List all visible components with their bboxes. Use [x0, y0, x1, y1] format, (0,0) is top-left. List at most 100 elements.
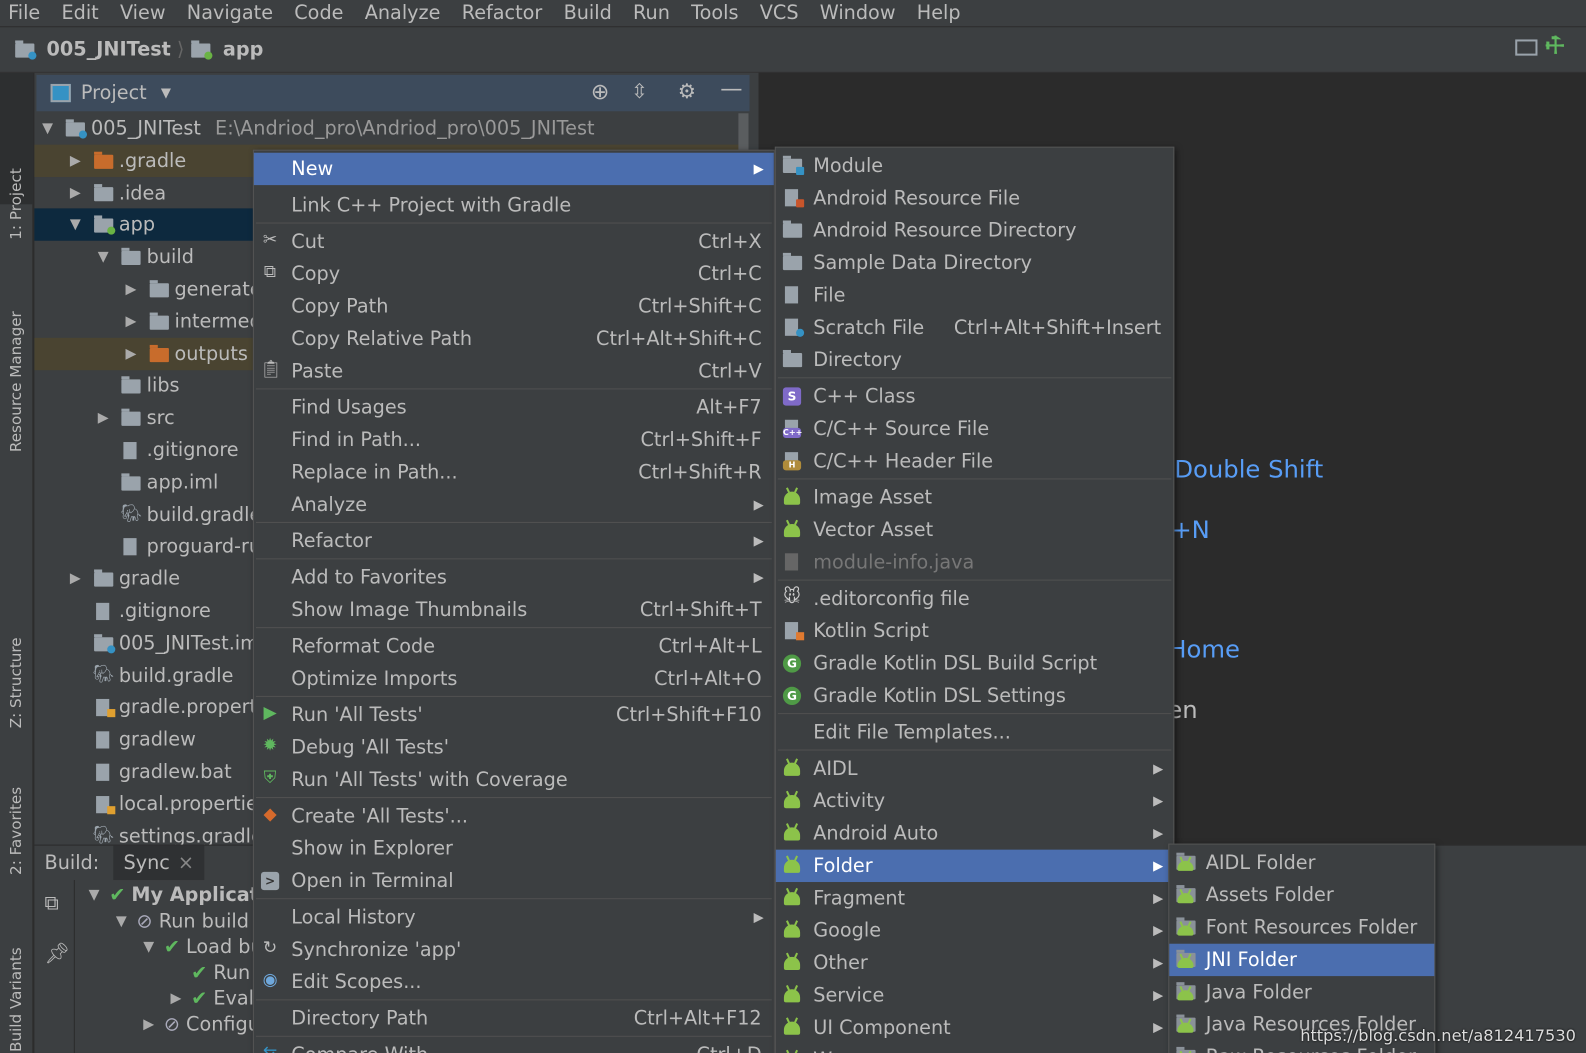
- menu-item-wear[interactable]: Wear▶: [776, 1044, 1174, 1053]
- expanded-arrow-icon[interactable]: ▼: [38, 120, 56, 136]
- menu-item-vector-asset[interactable]: Vector Asset: [776, 514, 1174, 546]
- menu-item-service[interactable]: Service ▶: [776, 979, 1174, 1011]
- menu-window[interactable]: Window: [820, 2, 896, 24]
- menu-item-editorconfig-file[interactable]: 🐭︎ .editorconfig file: [776, 583, 1174, 615]
- tree-arrow-icon[interactable]: ▶: [140, 1016, 158, 1032]
- collapsed-arrow-icon[interactable]: ▶: [122, 346, 140, 362]
- tree-arrow-icon[interactable]: ▼: [85, 887, 103, 903]
- menu-item-android-auto[interactable]: Android Auto ▶: [776, 817, 1174, 849]
- menu-item-jni-folder[interactable]: JNI Folder: [1169, 943, 1435, 977]
- menu-item-java-folder[interactable]: Java Folder: [1169, 976, 1434, 1008]
- tree-scrollbar[interactable]: [738, 113, 749, 154]
- locate-icon[interactable]: ⊕: [591, 80, 610, 105]
- menu-item-replace-in-path[interactable]: Replace in Path... Ctrl+Shift+R: [254, 456, 774, 488]
- menu-item-aidl-folder[interactable]: AIDL Folder: [1169, 847, 1434, 879]
- menu-item-analyze[interactable]: Analyze ▶: [254, 489, 774, 521]
- menu-item-reformat-code[interactable]: Reformat Code Ctrl+Alt+L: [254, 630, 774, 662]
- tool-window-resource-manager[interactable]: Resource Manager: [7, 311, 25, 452]
- menu-item-run-all-tests[interactable]: ▶ Run 'All Tests' Ctrl+Shift+F10: [254, 699, 774, 731]
- menu-item-find-usages[interactable]: Find Usages Alt+F7: [254, 391, 774, 423]
- tool-window-build-variants[interactable]: Build Variants: [7, 947, 25, 1052]
- menu-item-font-resources-folder[interactable]: Font Resources Folder: [1169, 911, 1434, 943]
- menu-item-compare-with[interactable]: ⇆ Compare With... Ctrl+D: [254, 1039, 774, 1053]
- collapsed-arrow-icon[interactable]: ▶: [66, 571, 84, 587]
- toggle-view-icon[interactable]: ⧉: [45, 890, 59, 914]
- menu-run[interactable]: Run: [633, 2, 670, 24]
- minimize-icon[interactable]: —: [720, 77, 742, 102]
- menu-item-create-all-tests[interactable]: ◆ Create 'All Tests'...: [254, 800, 774, 832]
- menu-item-open-in-terminal[interactable]: > Open in Terminal: [254, 865, 774, 897]
- close-icon[interactable]: ×: [178, 852, 194, 874]
- menu-item-copy[interactable]: ⧉ Copy Ctrl+C: [254, 258, 774, 290]
- gear-icon[interactable]: ⚙: [678, 79, 696, 103]
- menu-item-directory-path[interactable]: Directory Path Ctrl+Alt+F12: [254, 1002, 774, 1034]
- chevron-down-icon[interactable]: ▼: [161, 85, 171, 100]
- menu-item-local-history[interactable]: Local History ▶: [254, 901, 774, 933]
- pin-icon[interactable]: 📌︎: [45, 941, 71, 965]
- tool-window-favorites[interactable]: 2: Favorites: [7, 787, 25, 875]
- collapsed-arrow-icon[interactable]: ▶: [66, 153, 84, 169]
- tree-arrow-icon[interactable]: ▼: [140, 939, 158, 955]
- menu-item-directory[interactable]: Directory: [776, 344, 1174, 376]
- menu-vcs[interactable]: VCS: [760, 2, 799, 24]
- menu-item-aidl[interactable]: AIDL ▶: [776, 753, 1174, 785]
- menu-item-run-all-tests-with-coverage[interactable]: ⛨ Run 'All Tests' with Coverage: [254, 764, 774, 796]
- menu-item-google[interactable]: Google ▶: [776, 914, 1174, 946]
- menu-item-optimize-imports[interactable]: Optimize Imports Ctrl+Alt+O: [254, 663, 774, 695]
- menu-item-synchronize-app[interactable]: ↻ Synchronize 'app': [254, 934, 774, 966]
- menu-item-module[interactable]: Module: [776, 150, 1174, 182]
- tab-sync[interactable]: Sync ×: [113, 845, 205, 881]
- menu-navigate[interactable]: Navigate: [187, 2, 273, 24]
- tool-window-structure[interactable]: Z: Structure: [7, 637, 25, 728]
- menu-item-ui-component[interactable]: UI Component ▶: [776, 1012, 1174, 1044]
- menu-item-find-in-path[interactable]: Find in Path... Ctrl+Shift+F: [254, 424, 774, 456]
- menu-item-scratch-file[interactable]: Scratch File Ctrl+Alt+Shift+Insert: [776, 312, 1174, 344]
- menu-help[interactable]: Help: [917, 2, 961, 24]
- menu-item-folder[interactable]: Folder ▶: [775, 849, 1174, 883]
- tree-arrow-icon[interactable]: ▶: [167, 990, 185, 1006]
- menu-item-link-c-project-with-gradle[interactable]: Link C++ Project with Gradle: [254, 189, 774, 221]
- menu-item-fragment[interactable]: Fragment ▶: [776, 882, 1174, 914]
- menu-item-refactor[interactable]: Refactor ▶: [254, 525, 774, 557]
- collapse-all-icon[interactable]: ⇳: [631, 79, 648, 103]
- collapsed-arrow-icon[interactable]: ▶: [122, 313, 140, 329]
- tree-item[interactable]: ▼ 005_JNITest E:\Andriod_pro\Andriod_pro\0…: [34, 112, 742, 144]
- menu-item-edit-file-templates[interactable]: Edit File Templates...: [776, 716, 1174, 748]
- menu-item-file[interactable]: File: [776, 279, 1174, 311]
- menu-refactor[interactable]: Refactor: [462, 2, 543, 24]
- menu-analyze[interactable]: Analyze: [365, 2, 441, 24]
- menu-item-show-image-thumbnails[interactable]: Show Image Thumbnails Ctrl+Shift+T: [254, 594, 774, 626]
- menu-item-assets-folder[interactable]: Assets Folder: [1169, 879, 1434, 911]
- run-config-icon[interactable]: [1515, 39, 1538, 56]
- menu-item-sample-data-directory[interactable]: Sample Data Directory: [776, 247, 1174, 279]
- collapsed-arrow-icon[interactable]: ▶: [122, 281, 140, 297]
- menu-item-other[interactable]: Other ▶: [776, 947, 1174, 979]
- menu-file[interactable]: File: [8, 2, 40, 24]
- menu-item-debug-all-tests[interactable]: ✹ Debug 'All Tests': [254, 731, 774, 763]
- build-hammer-icon[interactable]: ⚒: [1540, 30, 1572, 62]
- menu-item-show-in-explorer[interactable]: Show in Explorer: [254, 832, 774, 864]
- collapsed-arrow-icon[interactable]: ▶: [94, 410, 112, 426]
- menu-item-add-to-favorites[interactable]: Add to Favorites ▶: [254, 561, 774, 593]
- menu-item-paste[interactable]: 📋︎ Paste Ctrl+V: [254, 355, 774, 387]
- menu-tools[interactable]: Tools: [691, 2, 738, 24]
- expanded-arrow-icon[interactable]: ▼: [94, 249, 112, 265]
- menu-item-copy-relative-path[interactable]: Copy Relative Path Ctrl+Alt+Shift+C: [254, 323, 774, 355]
- project-view-selector[interactable]: Project: [81, 82, 147, 104]
- menu-item-c-class[interactable]: S C++ Class: [776, 380, 1174, 412]
- tool-window-project[interactable]: 1: Project: [7, 168, 25, 240]
- breadcrumb-module[interactable]: app: [191, 38, 263, 61]
- menu-item-edit-scopes[interactable]: ◉ Edit Scopes...: [254, 966, 774, 998]
- menu-item-android-resource-directory[interactable]: Android Resource Directory: [776, 214, 1174, 246]
- menu-item-c-c-source-file[interactable]: C++ C/C++ Source File: [776, 413, 1174, 445]
- menu-edit[interactable]: Edit: [61, 2, 98, 24]
- menu-item-gradle-kotlin-dsl-build-script[interactable]: G Gradle Kotlin DSL Build Script: [776, 647, 1174, 679]
- menu-item-kotlin-script[interactable]: Kotlin Script: [776, 615, 1174, 647]
- collapsed-arrow-icon[interactable]: ▶: [66, 185, 84, 201]
- menu-view[interactable]: View: [120, 2, 166, 24]
- menu-item-gradle-kotlin-dsl-settings[interactable]: G Gradle Kotlin DSL Settings: [776, 680, 1174, 712]
- build-tree-item[interactable]: ▼ ⊘ Run build: [112, 910, 249, 932]
- menu-item-image-asset[interactable]: Image Asset: [776, 481, 1174, 513]
- menu-item-activity[interactable]: Activity ▶: [776, 785, 1174, 817]
- menu-item-cut[interactable]: ✂ Cut Ctrl+X: [254, 226, 774, 258]
